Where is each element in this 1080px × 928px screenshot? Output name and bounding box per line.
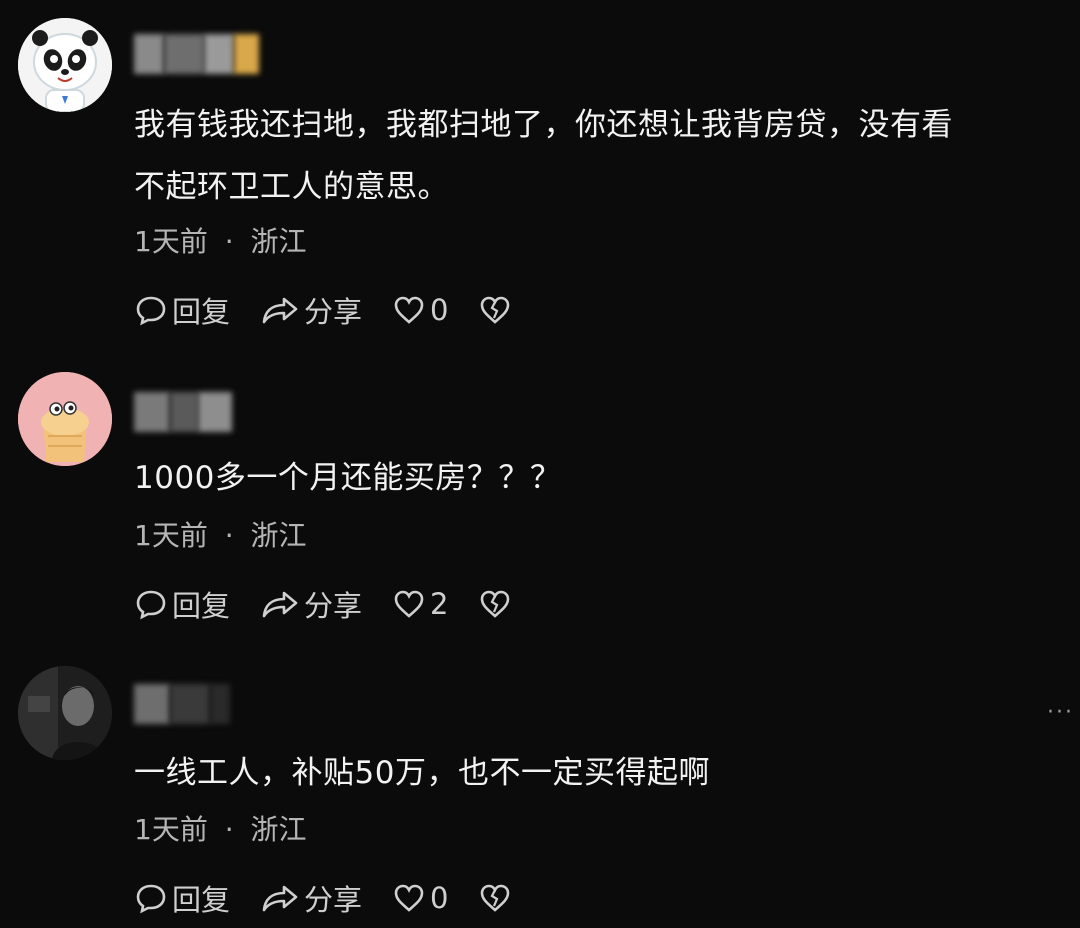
heart-icon xyxy=(394,296,424,324)
comment-meta: 1天前 · 浙江 xyxy=(134,225,307,258)
location: 浙江 xyxy=(250,813,307,846)
username-blurred[interactable] xyxy=(134,682,230,726)
share-arrow-icon xyxy=(262,885,298,912)
comment-item: 1000多一个月还能买房？？？ 1天前 · 浙江 回复 分享 2 xyxy=(0,340,1080,640)
cartoon-bun-icon xyxy=(18,372,112,466)
comment-bubble-icon xyxy=(136,590,166,620)
like-count: 0 xyxy=(430,293,449,327)
like-button[interactable]: 0 xyxy=(392,293,448,327)
username-blurred[interactable] xyxy=(134,32,259,76)
timestamp: 1天前 xyxy=(134,813,208,846)
dislike-button[interactable] xyxy=(478,587,516,621)
broken-heart-icon xyxy=(481,590,510,618)
heart-icon xyxy=(394,590,424,618)
more-options-button[interactable]: ··· xyxy=(1047,700,1074,725)
heart-icon xyxy=(394,884,424,912)
username-blurred[interactable] xyxy=(134,390,232,434)
reply-button[interactable]: 回复 xyxy=(134,289,230,331)
comment-item: ··· 一线工人，补贴50万，也不一定买得起啊 1天前 · 浙江 回复 分享 0 xyxy=(0,640,1080,928)
comment-item: 我有钱我还扫地，我都扫地了，你还想让我背房贷，没有看 不起环卫工人的意思。 1天… xyxy=(0,0,1080,340)
share-arrow-icon xyxy=(262,297,298,324)
reply-button[interactable]: 回复 xyxy=(134,583,230,625)
photo-portrait-icon xyxy=(18,666,112,760)
comment-text: 我有钱我还扫地，我都扫地了，你还想让我背房贷，没有看 不起环卫工人的意思。 xyxy=(134,107,953,205)
broken-heart-icon xyxy=(481,296,510,324)
comment-text: 1000多一个月还能买房？？？ xyxy=(134,460,562,496)
reply-button[interactable]: 回复 xyxy=(134,877,230,919)
location: 浙江 xyxy=(250,225,307,258)
timestamp: 1天前 xyxy=(134,225,208,258)
like-button[interactable]: 0 xyxy=(392,881,448,915)
comment-meta: 1天前 · 浙江 xyxy=(134,813,307,846)
comment-bubble-icon xyxy=(136,296,166,326)
like-button[interactable]: 2 xyxy=(392,587,448,621)
dislike-button[interactable] xyxy=(478,881,516,915)
like-count: 0 xyxy=(430,881,449,915)
share-button[interactable]: 分享 xyxy=(260,877,362,919)
avatar[interactable] xyxy=(18,666,112,760)
like-count: 2 xyxy=(430,587,449,621)
location: 浙江 xyxy=(250,519,307,552)
broken-heart-icon xyxy=(481,884,510,912)
action-bar: 回复 分享 0 xyxy=(134,878,546,918)
comment-meta: 1天前 · 浙江 xyxy=(134,519,307,552)
avatar[interactable] xyxy=(18,18,112,112)
share-button[interactable]: 分享 xyxy=(260,289,362,331)
avatar[interactable] xyxy=(18,372,112,466)
comment-bubble-icon xyxy=(136,884,166,914)
share-button[interactable]: 分享 xyxy=(260,583,362,625)
panda-mascot-icon xyxy=(18,18,112,112)
dislike-button[interactable] xyxy=(478,293,516,327)
action-bar: 回复 分享 0 xyxy=(134,290,546,330)
action-bar: 回复 分享 2 xyxy=(134,584,546,624)
comment-text: 一线工人，补贴50万，也不一定买得起啊 xyxy=(134,755,710,791)
share-arrow-icon xyxy=(262,591,298,618)
timestamp: 1天前 xyxy=(134,519,208,552)
